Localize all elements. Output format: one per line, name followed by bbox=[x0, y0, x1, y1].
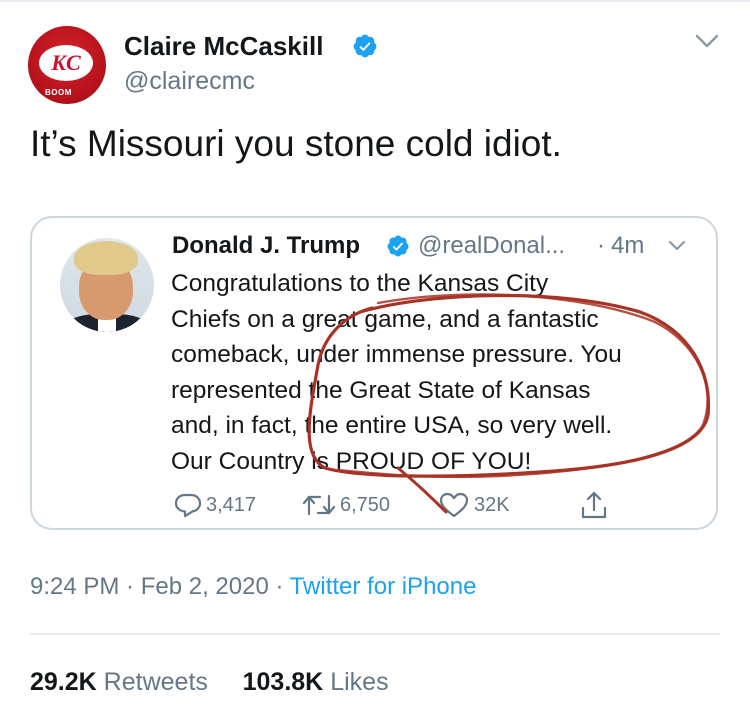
tweet-meta: 9:24 PM · Feb 2, 2020 · Twitter for iPho… bbox=[30, 573, 476, 601]
share-icon bbox=[581, 491, 607, 519]
quoted-text-line: Congratulations to the Kansas City bbox=[171, 270, 549, 297]
chevron-down-icon[interactable] bbox=[695, 33, 719, 49]
likes-label: Likes bbox=[330, 668, 389, 696]
quoted-tweet-text: Congratulations to the Kansas City Chief… bbox=[171, 266, 701, 479]
quoted-text-line: represented the Great State of Kansas bbox=[171, 376, 591, 404]
reply-icon bbox=[174, 493, 202, 518]
retweets-stat[interactable]: 29.2K Retweets bbox=[30, 668, 208, 696]
tweet-source-link[interactable]: Twitter for iPhone bbox=[290, 573, 477, 600]
reply-count: 3,417 bbox=[206, 493, 257, 516]
avatar-hair bbox=[74, 241, 138, 275]
like-button[interactable]: 32K bbox=[438, 490, 510, 520]
chevron-down-icon[interactable] bbox=[668, 240, 686, 252]
likes-count: 103.8K bbox=[242, 668, 324, 696]
verified-badge-icon bbox=[387, 235, 409, 257]
kc-logo-mark: KC bbox=[51, 50, 81, 75]
quoted-author-avatar[interactable] bbox=[60, 238, 154, 332]
avatar-caption: BOOM bbox=[45, 88, 72, 97]
engagement-stats: 29.2K Retweets 103.8K Likes bbox=[30, 668, 389, 697]
quoted-text-line: comeback, under immense pressure. You bbox=[171, 341, 622, 368]
retweet-button[interactable]: 6,750 bbox=[302, 490, 390, 520]
tweet-text: It’s Missouri you stone cold idiot. bbox=[30, 123, 562, 164]
retweets-label: Retweets bbox=[103, 668, 208, 696]
quoted-text-line: and, in fact, the entire USA, so very we… bbox=[171, 412, 613, 439]
author-name[interactable]: Claire McCaskill bbox=[124, 31, 323, 62]
tweet-timestamp[interactable]: 9:24 PM · Feb 2, 2020 · bbox=[30, 573, 290, 600]
retweets-count: 29.2K bbox=[30, 668, 97, 696]
author-handle[interactable]: @clairecmc bbox=[124, 67, 255, 96]
quoted-author-handle[interactable]: @realDonal... bbox=[418, 232, 565, 260]
time-separator: · bbox=[597, 232, 605, 259]
quoted-text-line: Chiefs on a great game, and a fantastic bbox=[171, 305, 599, 333]
top-divider bbox=[0, 0, 750, 2]
heart-icon bbox=[439, 492, 469, 518]
like-count: 32K bbox=[474, 493, 510, 516]
stats-divider bbox=[30, 633, 720, 635]
author-avatar[interactable]: KC BOOM bbox=[28, 26, 106, 104]
quoted-author-name[interactable]: Donald J. Trump bbox=[172, 232, 360, 260]
quoted-tweet-time[interactable]: 4m bbox=[611, 232, 644, 260]
retweet-icon bbox=[302, 494, 336, 516]
share-button[interactable] bbox=[580, 490, 612, 520]
retweet-count: 6,750 bbox=[340, 493, 391, 516]
likes-stat[interactable]: 103.8K Likes bbox=[243, 668, 389, 696]
verified-badge-icon bbox=[353, 34, 377, 58]
reply-button[interactable]: 3,417 bbox=[174, 490, 256, 520]
quoted-text-line: Our Country is PROUD OF YOU! bbox=[171, 447, 532, 475]
